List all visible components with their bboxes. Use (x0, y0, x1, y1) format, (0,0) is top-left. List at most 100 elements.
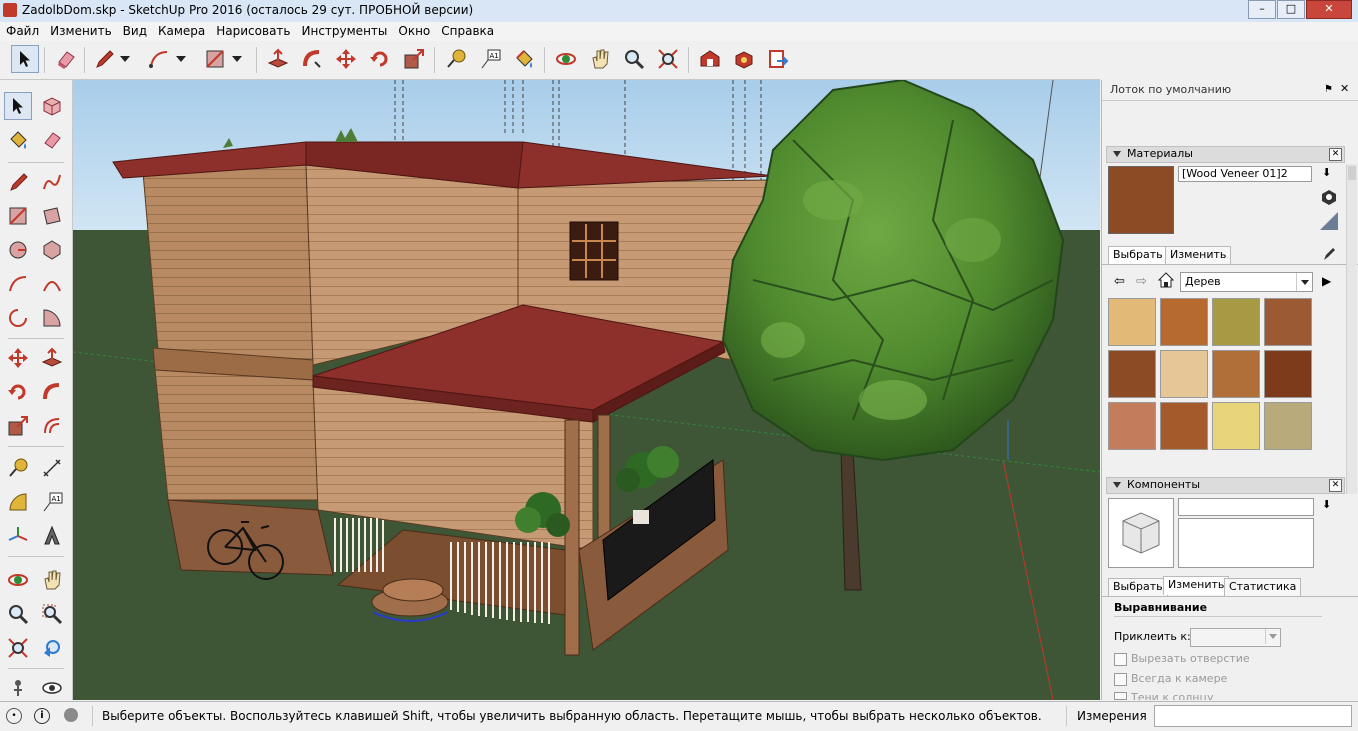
menu-file[interactable]: Файл (0, 22, 44, 41)
eraser-icon[interactable] (52, 45, 80, 73)
paint-bucket-icon[interactable] (510, 45, 538, 73)
move-icon[interactable] (332, 45, 360, 73)
chevron-down-icon[interactable] (228, 45, 246, 73)
material-swatch[interactable] (1212, 298, 1260, 346)
materials-tab-edit[interactable]: Изменить (1165, 246, 1232, 265)
scale-icon[interactable] (400, 45, 428, 73)
scale-icon[interactable] (4, 412, 32, 440)
user-icon[interactable] (64, 708, 78, 722)
menu-draw[interactable]: Нарисовать (210, 22, 295, 41)
pencil-icon[interactable] (4, 168, 32, 196)
material-swatch[interactable] (1264, 298, 1312, 346)
rectangle-icon[interactable] (201, 45, 229, 73)
zoom-extents-icon[interactable] (4, 634, 32, 662)
glue-to-select[interactable] (1190, 628, 1281, 647)
orbit-icon[interactable] (552, 45, 580, 73)
material-swatch[interactable] (1160, 402, 1208, 450)
share-model-icon[interactable] (764, 45, 792, 73)
measurements-input[interactable] (1154, 705, 1352, 727)
freehand-icon[interactable] (38, 168, 66, 196)
material-swatch[interactable] (1264, 402, 1312, 450)
follow-me-icon[interactable] (38, 378, 66, 406)
material-swatch[interactable] (1108, 298, 1156, 346)
components-tab-statistics[interactable]: Статистика (1224, 578, 1302, 597)
material-swatch[interactable] (1160, 298, 1208, 346)
close-icon[interactable]: ✕ (1329, 479, 1342, 492)
menu-view[interactable]: Вид (117, 22, 152, 41)
text-icon[interactable]: A1 (38, 488, 66, 516)
zoom-extents-icon[interactable] (654, 45, 682, 73)
cut-opening-checkbox[interactable] (1114, 653, 1127, 666)
polygon-icon[interactable] (38, 236, 66, 264)
zoom-icon[interactable] (620, 45, 648, 73)
previous-view-icon[interactable] (38, 634, 66, 662)
components-panel-header[interactable]: Компоненты ✕ (1106, 477, 1345, 494)
select-icon[interactable] (11, 45, 39, 73)
material-swatch[interactable] (1160, 350, 1208, 398)
extension-icon[interactable] (730, 45, 758, 73)
create-component-icon[interactable]: ⬇ (1322, 498, 1331, 511)
materials-tab-select[interactable]: Выбрать (1108, 246, 1168, 265)
3d-text-icon[interactable] (38, 522, 66, 550)
pan-icon[interactable] (38, 566, 66, 594)
component-name-input[interactable] (1178, 498, 1314, 516)
components-tab-edit[interactable]: Изменить (1163, 576, 1230, 595)
select-icon[interactable] (4, 92, 32, 120)
components-tab-select[interactable]: Выбрать (1108, 578, 1168, 597)
shadows-face-sun-checkbox[interactable] (1114, 692, 1127, 700)
material-preview[interactable] (1108, 166, 1174, 234)
component-description-input[interactable] (1178, 518, 1314, 568)
tray-close-icon[interactable]: ✕ (1340, 82, 1349, 95)
arc-icon[interactable] (145, 45, 173, 73)
circle-icon[interactable] (4, 236, 32, 264)
make-component-icon[interactable] (38, 92, 66, 120)
follow-me-icon[interactable] (298, 45, 326, 73)
dimension-icon[interactable] (38, 454, 66, 482)
menu-tools[interactable]: Инструменты (296, 22, 393, 41)
paint-bucket-icon[interactable] (4, 126, 32, 154)
tape-measure-icon[interactable] (442, 45, 470, 73)
eyedropper-icon[interactable] (1322, 244, 1338, 265)
rotated-rectangle-icon[interactable] (38, 202, 66, 230)
text-icon[interactable]: A1 (476, 45, 504, 73)
material-swatch[interactable] (1108, 350, 1156, 398)
rotate-icon[interactable] (4, 378, 32, 406)
material-collection-select[interactable]: Дерев (1180, 272, 1313, 292)
look-around-icon[interactable] (38, 674, 66, 702)
menu-camera[interactable]: Камера (152, 22, 210, 41)
tape-measure-icon[interactable] (4, 454, 32, 482)
push-pull-icon[interactable] (264, 45, 292, 73)
back-arrow-icon[interactable]: ⇦ (1114, 274, 1125, 289)
scrollbar[interactable] (1346, 164, 1357, 494)
offset-icon[interactable] (38, 412, 66, 440)
position-camera-icon[interactable] (4, 674, 32, 702)
menu-edit[interactable]: Изменить (44, 22, 117, 41)
details-arrow-icon[interactable]: ▶ (1322, 274, 1331, 288)
three-point-arc-icon[interactable] (4, 304, 32, 332)
info-icon[interactable]: i (34, 708, 50, 724)
3d-viewport[interactable] (73, 80, 1100, 700)
warehouse-icon[interactable] (696, 45, 724, 73)
pie-icon[interactable] (38, 304, 66, 332)
material-swatch[interactable] (1212, 350, 1260, 398)
create-material-icon[interactable]: ⬇ (1322, 166, 1336, 180)
move-icon[interactable] (4, 344, 32, 372)
default-material-icon[interactable] (1320, 188, 1338, 206)
protractor-icon[interactable] (4, 488, 32, 516)
menu-window[interactable]: Окно (392, 22, 435, 41)
rotate-icon[interactable] (366, 45, 394, 73)
zoom-window-icon[interactable] (38, 600, 66, 628)
rectangle-icon[interactable] (4, 202, 32, 230)
material-swatch[interactable] (1264, 350, 1312, 398)
material-swatch[interactable] (1212, 402, 1260, 450)
forward-arrow-icon[interactable]: ⇨ (1136, 274, 1147, 289)
two-point-arc-icon[interactable] (38, 270, 66, 298)
close-icon[interactable]: ✕ (1329, 148, 1342, 161)
orbit-icon[interactable] (4, 566, 32, 594)
menu-help[interactable]: Справка (435, 22, 499, 41)
zoom-icon[interactable] (4, 600, 32, 628)
scrollbar-thumb[interactable] (1348, 166, 1356, 180)
push-pull-icon[interactable] (38, 344, 66, 372)
axes-icon[interactable] (4, 522, 32, 550)
close-button[interactable]: ✕ (1306, 0, 1352, 19)
